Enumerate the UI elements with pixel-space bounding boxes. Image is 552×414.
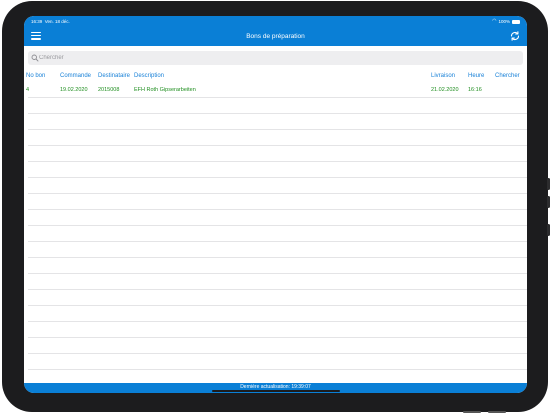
top-button-right xyxy=(488,411,506,413)
empty-row xyxy=(28,306,527,322)
empty-row xyxy=(28,178,527,194)
empty-row xyxy=(28,162,527,178)
app-screen: 16:39 Ven. 18 déc. ◠ 100% Bons de prépar… xyxy=(24,16,527,393)
cell-livraison: 21.02.2020 xyxy=(431,87,459,93)
cell-heure: 16:16 xyxy=(468,87,482,93)
empty-row xyxy=(28,146,527,162)
volume-up-button xyxy=(547,178,550,190)
cell-no-bon: 4 xyxy=(26,87,30,93)
empty-row xyxy=(28,322,527,338)
top-button-left xyxy=(463,411,481,413)
table-header: No bon Commande Destinataire Description… xyxy=(24,70,527,82)
status-indicators: ◠ 100% xyxy=(492,16,520,27)
empty-row xyxy=(28,258,527,274)
search-icon xyxy=(31,54,39,62)
empty-row xyxy=(28,130,527,146)
empty-row xyxy=(28,290,527,306)
empty-row xyxy=(28,194,527,210)
column-header-description[interactable]: Description xyxy=(134,70,164,82)
search-bar xyxy=(28,51,523,65)
column-header-no-bon[interactable]: No bon xyxy=(26,70,45,82)
cell-destinataire: 2015008 xyxy=(98,87,120,93)
home-indicator[interactable] xyxy=(212,390,340,392)
empty-row xyxy=(28,210,527,226)
side-button xyxy=(547,224,550,236)
empty-row xyxy=(28,338,527,354)
column-header-commande[interactable]: Commande xyxy=(60,70,91,82)
empty-row xyxy=(28,114,527,130)
status-bar: 16:39 Ven. 18 déc. ◠ 100% xyxy=(24,16,527,27)
empty-row xyxy=(28,354,527,370)
column-header-destinataire[interactable]: Destinataire xyxy=(98,70,130,82)
volume-down-button xyxy=(547,196,550,208)
status-time: 16:39 Ven. 18 déc. xyxy=(31,19,70,24)
empty-row xyxy=(28,226,527,242)
column-header-livraison[interactable]: Livraison xyxy=(431,70,455,82)
navigation-bar: Bons de préparation xyxy=(24,27,527,46)
battery-percent: 100% xyxy=(498,19,510,24)
empty-row xyxy=(28,98,527,114)
battery-icon xyxy=(512,19,520,24)
empty-row xyxy=(28,274,527,290)
column-header-chercher[interactable]: Chercher xyxy=(495,70,520,82)
empty-row xyxy=(28,242,527,258)
cell-description: EFH Roth Gipserarbeiten xyxy=(134,87,196,93)
wifi-icon: ◠ xyxy=(492,18,497,24)
page-title: Bons de préparation xyxy=(246,33,305,40)
cell-commande: 19.02.2020 xyxy=(60,87,88,93)
refresh-icon[interactable] xyxy=(509,30,521,42)
search-input[interactable] xyxy=(39,51,519,65)
column-header-heure[interactable]: Heure xyxy=(468,70,484,82)
table-row[interactable]: 4 19.02.2020 2015008 EFH Roth Gipserarbe… xyxy=(26,82,527,98)
footer-bar: Dernière actualisation: 19:39:07 xyxy=(24,383,527,393)
